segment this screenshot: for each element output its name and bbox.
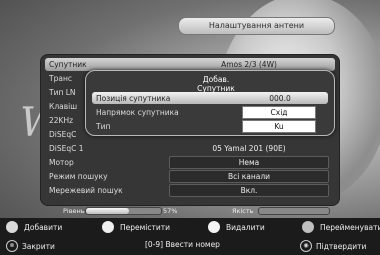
motor-label: Мотор [49,158,74,167]
network-search-value: Вкл. [169,184,329,197]
network-search-row[interactable]: Мережевий пошук Вкл. [45,184,335,197]
diseqc11-label: DiSEqC 1 [49,144,84,153]
satellite-direction-value[interactable]: Схід [242,105,316,119]
add-satellite-dialog: Добав. Супутник Позиція супутника 000.0 … [85,70,335,136]
satellite-value: Amos 2/3 (4W) [221,60,277,69]
close-button[interactable]: ⊗ Закрити [6,240,55,252]
signal-strength-label: Рівень [63,207,85,215]
close-button-label: Закрити [22,241,55,251]
signal-strength-value: 57% [163,207,178,215]
satellite-direction-row[interactable]: Напрямок супутника Схід [92,105,328,119]
move-button-label: Перемістити [120,222,170,232]
rename-button[interactable]: Перейменувати [302,221,380,233]
delete-button[interactable]: Видалити [208,221,265,233]
search-mode-value: Всі канали [169,170,329,183]
signal-strength-fill [86,208,129,214]
band-type-label: Тип [96,121,111,131]
motor-row[interactable]: Мотор Нема [45,156,335,169]
dialog-title: Добав. Супутник [197,75,235,93]
rename-button-label: Перейменувати [320,222,380,232]
search-mode-row[interactable]: Режим пошуку Всі канали [45,170,335,183]
ok-key-icon: ◉ [300,240,312,252]
signal-quality-bar [258,207,330,215]
move-button[interactable]: Перемістити [102,221,170,233]
satellite-direction-label: Напрямок супутника [96,107,179,117]
diseqc11-row[interactable]: DiSEqC 1 05 Yamal 201 (90E) [45,142,335,155]
signal-strength-bar [85,207,162,215]
confirm-button[interactable]: ◉ Підтвердити [300,240,366,252]
motor-value: Нема [169,156,329,169]
enter-number-hint: [0-9] Ввести номер [145,240,220,249]
diseqc11-value: 05 Yamal 201 (90E) [212,144,286,153]
signal-quality-label: Якість [232,207,254,215]
enter-number-label: [0-9] Ввести номер [145,240,220,249]
delete-button-label: Видалити [226,222,265,232]
add-button-icon [6,221,18,233]
add-button-label: Добавити [24,222,63,232]
search-mode-label: Режим пошуку [49,172,108,181]
network-search-label: Мережевий пошук [49,186,123,195]
rename-button-icon [302,221,314,233]
confirm-button-label: Підтвердити [316,241,367,251]
band-type-value[interactable]: Ku [242,119,316,133]
satellite-position-value[interactable]: 000.0 [244,93,316,104]
move-button-icon [102,221,114,233]
footer: Добавити Перемістити Видалити Перейменув… [0,218,380,255]
satellite-position-label: Позиція супутника [96,93,171,103]
satellite-label: Супутник [49,60,87,69]
add-button[interactable]: Добавити [6,221,62,233]
delete-button-icon [208,221,220,233]
satellite-position-row[interactable]: Позиція супутника 000.0 [92,92,328,104]
screen: W Налаштування антени Супутник Amos 2/3 … [0,0,380,255]
exit-key-icon: ⊗ [6,240,18,252]
band-type-row[interactable]: Тип Ku [92,119,328,133]
page-title: Налаштування антени [178,17,335,35]
